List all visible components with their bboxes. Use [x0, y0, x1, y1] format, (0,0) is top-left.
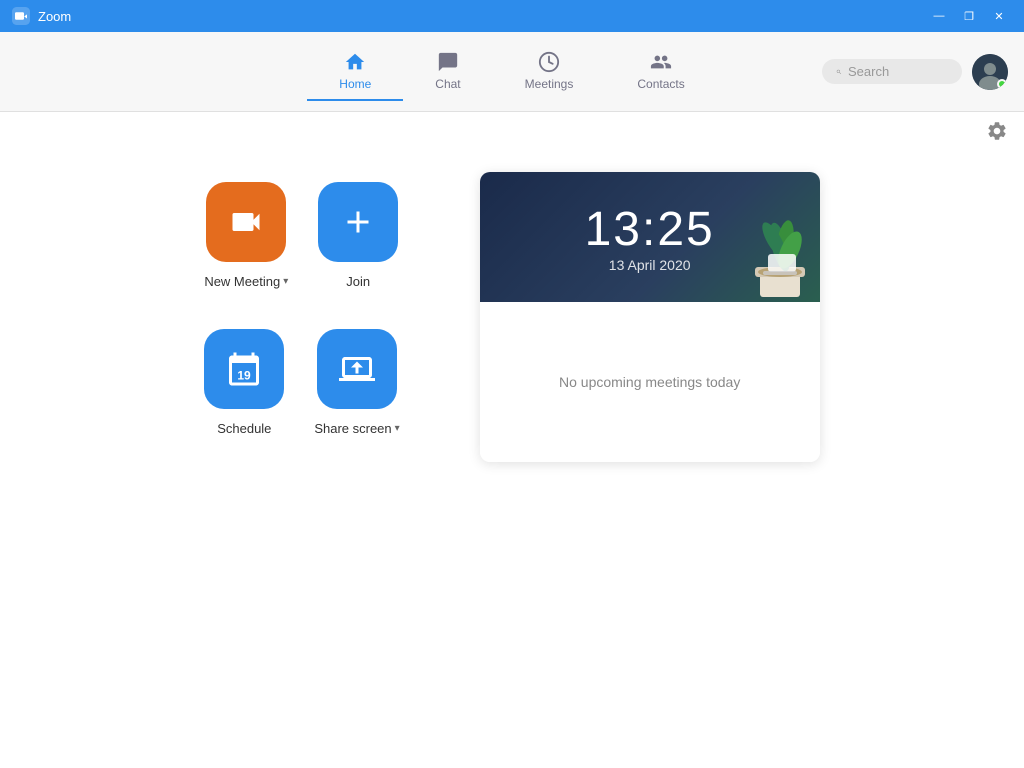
- meetings-icon: [538, 51, 560, 73]
- online-status-dot: [997, 79, 1007, 89]
- join-label: Join: [346, 274, 370, 289]
- new-meeting-chevron: ▾: [283, 276, 288, 287]
- tab-chat[interactable]: Chat: [403, 43, 492, 101]
- plant-decoration-icon: [730, 192, 820, 302]
- zoom-logo-icon: [12, 7, 30, 25]
- schedule-button[interactable]: 19: [204, 329, 284, 409]
- main-content: New Meeting ▾ Join: [0, 112, 1024, 768]
- actions-row-2: 19 Schedule Sh: [204, 329, 399, 436]
- calendar-body: No upcoming meetings today: [480, 302, 820, 462]
- tab-contacts[interactable]: Contacts: [605, 43, 716, 101]
- nav-tabs: Home Chat Meetings Contacts: [307, 43, 716, 101]
- new-meeting-button[interactable]: [206, 182, 286, 262]
- share-screen-button[interactable]: [317, 329, 397, 409]
- calendar-header: 13:25 13 April 2020: [480, 172, 820, 302]
- calendar-time: 13:25 13 April 2020: [585, 202, 715, 273]
- plus-icon: [340, 204, 376, 240]
- video-camera-icon: [228, 204, 264, 240]
- avatar[interactable]: [972, 54, 1008, 90]
- tab-meetings-label: Meetings: [525, 77, 574, 91]
- app-title: Zoom: [38, 9, 71, 24]
- tab-home-label: Home: [339, 77, 371, 91]
- calendar-icon: 19: [226, 351, 262, 387]
- tab-home[interactable]: Home: [307, 43, 403, 101]
- new-meeting-label: New Meeting ▾: [204, 274, 288, 289]
- restore-button[interactable]: ❐: [956, 6, 982, 26]
- search-input[interactable]: [848, 64, 948, 79]
- share-screen-chevron: ▾: [395, 423, 400, 434]
- no-meetings-text: No upcoming meetings today: [559, 374, 740, 390]
- titlebar-left: Zoom: [12, 7, 71, 25]
- action-buttons: New Meeting ▾ Join: [204, 172, 399, 436]
- join-item[interactable]: Join: [318, 182, 398, 289]
- navbar-right: [822, 54, 1008, 90]
- gear-icon: [986, 120, 1008, 142]
- close-button[interactable]: ✕: [986, 6, 1012, 26]
- home-icon: [344, 51, 366, 73]
- calendar-card: 13:25 13 April 2020: [480, 172, 820, 462]
- titlebar: Zoom — ❐ ✕: [0, 0, 1024, 32]
- settings-button[interactable]: [986, 120, 1008, 148]
- actions-row-1: New Meeting ▾ Join: [204, 182, 399, 289]
- search-box[interactable]: [822, 59, 962, 84]
- tab-chat-label: Chat: [435, 77, 460, 91]
- titlebar-controls: — ❐ ✕: [926, 6, 1012, 26]
- share-screen-item[interactable]: Share screen ▾: [314, 329, 399, 436]
- contacts-icon: [650, 51, 672, 73]
- minimize-button[interactable]: —: [926, 6, 952, 26]
- svg-text:19: 19: [238, 369, 252, 383]
- share-screen-icon: [339, 351, 375, 387]
- content-area: New Meeting ▾ Join: [0, 112, 1024, 768]
- new-meeting-item[interactable]: New Meeting ▾: [204, 182, 288, 289]
- search-icon: [836, 65, 842, 79]
- chat-icon: [437, 51, 459, 73]
- schedule-item[interactable]: 19 Schedule: [204, 329, 284, 436]
- schedule-label: Schedule: [217, 421, 271, 436]
- clock-time: 13:25: [585, 202, 715, 257]
- navbar: Home Chat Meetings Contacts: [0, 32, 1024, 112]
- join-button[interactable]: [318, 182, 398, 262]
- share-screen-label: Share screen ▾: [314, 421, 399, 436]
- clock-date: 13 April 2020: [585, 257, 715, 273]
- tab-contacts-label: Contacts: [637, 77, 684, 91]
- tab-meetings[interactable]: Meetings: [493, 43, 606, 101]
